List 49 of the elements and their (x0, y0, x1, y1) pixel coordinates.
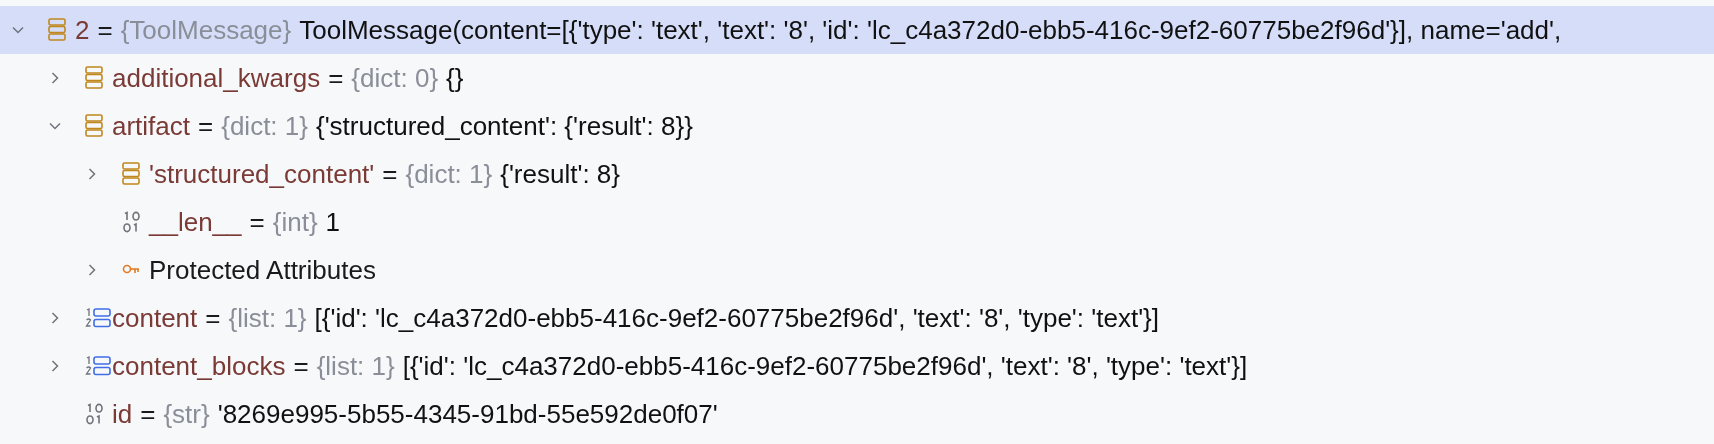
numbered-list-icon (85, 308, 111, 328)
variable-value: {'result': 8} (500, 158, 620, 190)
variable-name: content (112, 302, 198, 334)
stacked-bars-icon (85, 66, 103, 90)
key-icon (122, 264, 140, 276)
variable-value: '8269e995-5b55-4345-91bd-55e592de0f07' (217, 398, 718, 430)
variable-type: {dict: 1} (221, 110, 308, 142)
variable-type: {list: 1} (228, 302, 307, 334)
equals-sign: = (198, 110, 214, 142)
variable-value: 1 (325, 206, 341, 238)
variable-name: additional_kwargs (112, 62, 321, 94)
variable-type: {list: 1} (316, 350, 395, 382)
variable-type: {int} (272, 206, 318, 238)
variable-name: 2 (75, 14, 90, 46)
equals-sign: = (97, 14, 113, 46)
variable-row[interactable]: 2 = {ToolMessage} ToolMessage(content=[{'type': 'text', 'text': '8', 'id': 'lc_c4a372d0-ebb5-416c-9ef2-60775be2f96d'}], name='add', (0, 6, 1714, 54)
variable-row[interactable]: 'structured_content' = {dict: 1} {'result': 8} (0, 150, 1714, 198)
variable-row[interactable]: id = {str} '8269e995-5b55-4345-91bd-55e592de0f07' (0, 390, 1714, 438)
stacked-bars-icon (85, 114, 103, 138)
equals-sign: = (382, 158, 398, 190)
equals-sign: = (140, 398, 156, 430)
variable-row[interactable]: artifact = {dict: 1} {'structured_content': {'result': 8}} (0, 102, 1714, 150)
variable-name: __len__ (149, 206, 242, 238)
stacked-bars-icon (122, 162, 140, 186)
numbered-list-icon (85, 356, 111, 376)
variable-type: {dict: 0} (351, 62, 439, 94)
variable-type: {ToolMessage} (120, 14, 292, 46)
stacked-bars-icon (48, 18, 66, 42)
variable-name: content_blocks (112, 350, 286, 382)
variable-row[interactable]: additional_kwargs = {dict: 0} {} (0, 54, 1714, 102)
variable-value: [{'id': 'lc_c4a372d0-ebb5-416c-9ef2-60775be2f96d', 'text': '8', 'type': 'text'}] (402, 350, 1248, 382)
variable-name: 'structured_content' (149, 158, 375, 190)
variable-row[interactable]: Protected Attributes (0, 246, 1714, 294)
variable-row[interactable]: content_blocks = {list: 1} [{'id': 'lc_c4a372d0-ebb5-416c-9ef2-60775be2f96d', 'text': '8', 'type': 'text'}] (0, 342, 1714, 390)
variable-value: ToolMessage(content=[{'type': 'text', 'text': '8', 'id': 'lc_c4a372d0-ebb5-416c-9ef2-60775be2f96d'}], name='add', (299, 14, 1562, 46)
variable-row[interactable]: __len__ = {int} 1 (0, 198, 1714, 246)
variable-value: [{'id': 'lc_c4a372d0-ebb5-416c-9ef2-60775be2f96d', 'text': '8', 'type': 'text'}] (314, 302, 1159, 334)
group-label: Protected Attributes (149, 254, 376, 286)
equals-sign: = (205, 302, 221, 334)
variable-value: {'structured_content': {'result': 8}} (315, 110, 693, 142)
equals-sign: = (328, 62, 344, 94)
equals-sign: = (293, 350, 309, 382)
variable-value: {} (446, 62, 464, 94)
variable-type: {dict: 1} (405, 158, 493, 190)
variable-type: {str} (163, 398, 210, 430)
variable-row[interactable]: content = {list: 1} [{'id': 'lc_c4a372d0-ebb5-416c-9ef2-60775be2f96d', 'text': '8', 'type': 'text'}] (0, 294, 1714, 342)
equals-sign: = (249, 206, 265, 238)
variable-name: artifact (112, 110, 191, 142)
variable-name: id (112, 398, 133, 430)
